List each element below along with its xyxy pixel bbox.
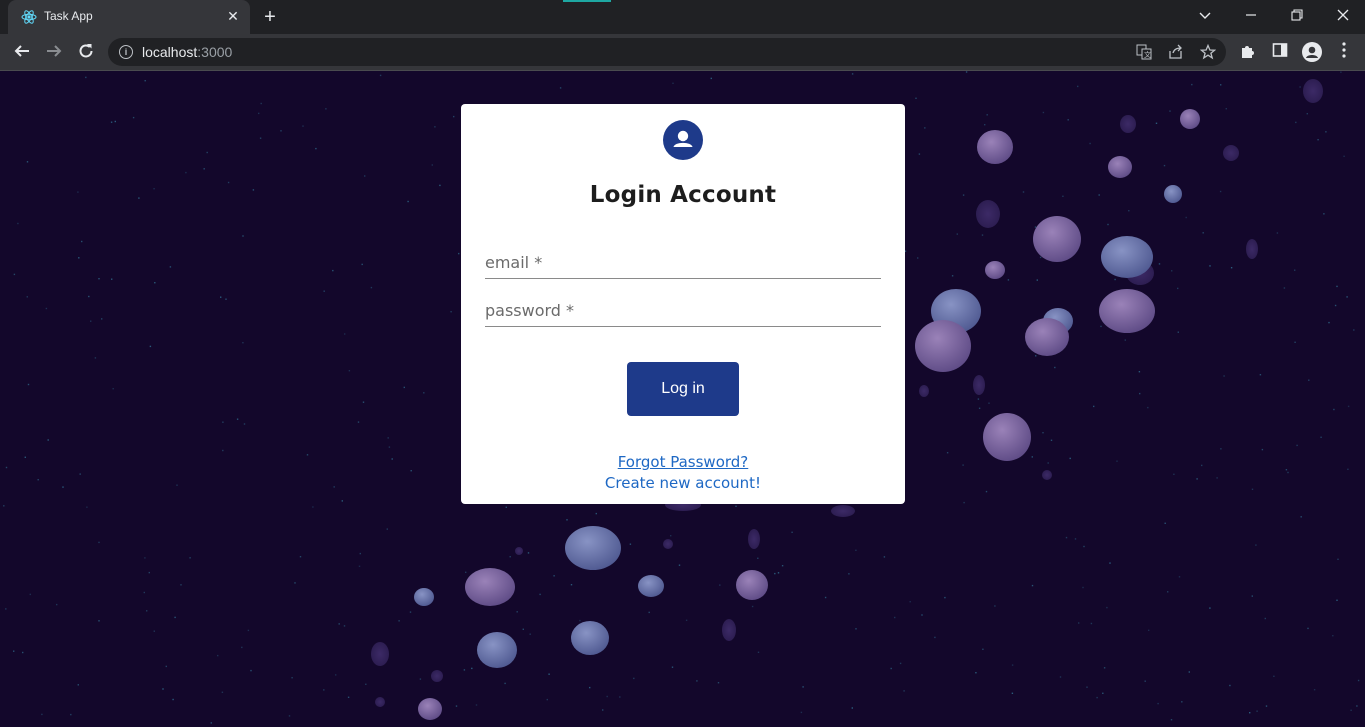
url-host: localhost	[142, 44, 198, 60]
forgot-password-text: Forgot Password?	[617, 453, 749, 471]
window-close-icon[interactable]	[1332, 6, 1354, 28]
back-arrow-icon[interactable]	[12, 42, 32, 62]
login-button[interactable]: Log in	[627, 362, 739, 416]
forgot-password-link[interactable]: Forgot Password?	[461, 453, 905, 471]
password-input[interactable]	[485, 296, 885, 328]
close-icon[interactable]: ✕	[225, 8, 241, 24]
user-avatar-icon	[663, 120, 703, 160]
email-field[interactable]: email *	[485, 248, 885, 280]
svg-text:文: 文	[1144, 50, 1151, 59]
info-icon[interactable]: i	[119, 45, 133, 59]
side-panel-icon[interactable]	[1270, 42, 1290, 62]
chevron-down-icon[interactable]	[1194, 6, 1216, 28]
tab-group-indicator	[563, 0, 611, 2]
person-icon[interactable]	[1302, 42, 1322, 62]
translate-icon[interactable]: 文	[1136, 44, 1152, 60]
reload-icon[interactable]	[76, 42, 96, 62]
browser-tab[interactable]: Task App ✕	[8, 0, 250, 34]
url-text[interactable]: localhost:3000	[142, 44, 232, 60]
login-card: Login Account email * password * Log in …	[461, 104, 905, 504]
forward-arrow-icon[interactable]	[44, 42, 64, 62]
page-viewport: Login Account email * password * Log in …	[0, 71, 1365, 727]
kebab-menu-icon[interactable]	[1334, 42, 1354, 62]
minimize-icon[interactable]	[1240, 6, 1262, 28]
tab-title: Task App	[44, 9, 93, 23]
restore-icon[interactable]	[1286, 6, 1308, 28]
browser-toolbar: i localhost:3000 文	[0, 34, 1365, 71]
share-icon[interactable]	[1168, 44, 1184, 60]
address-bar[interactable]: i localhost:3000 文	[108, 38, 1226, 66]
star-icon[interactable]	[1199, 43, 1217, 60]
react-icon	[21, 10, 37, 24]
tab-strip: Task App ✕ +	[0, 0, 1365, 34]
puzzle-icon[interactable]	[1238, 42, 1258, 62]
plus-icon[interactable]: +	[260, 7, 280, 27]
login-title: Login Account	[589, 182, 777, 208]
url-port: :3000	[197, 44, 233, 60]
email-input[interactable]	[485, 248, 885, 280]
create-account-link[interactable]: Create new account!	[461, 474, 905, 492]
password-field[interactable]: password *	[485, 296, 885, 328]
